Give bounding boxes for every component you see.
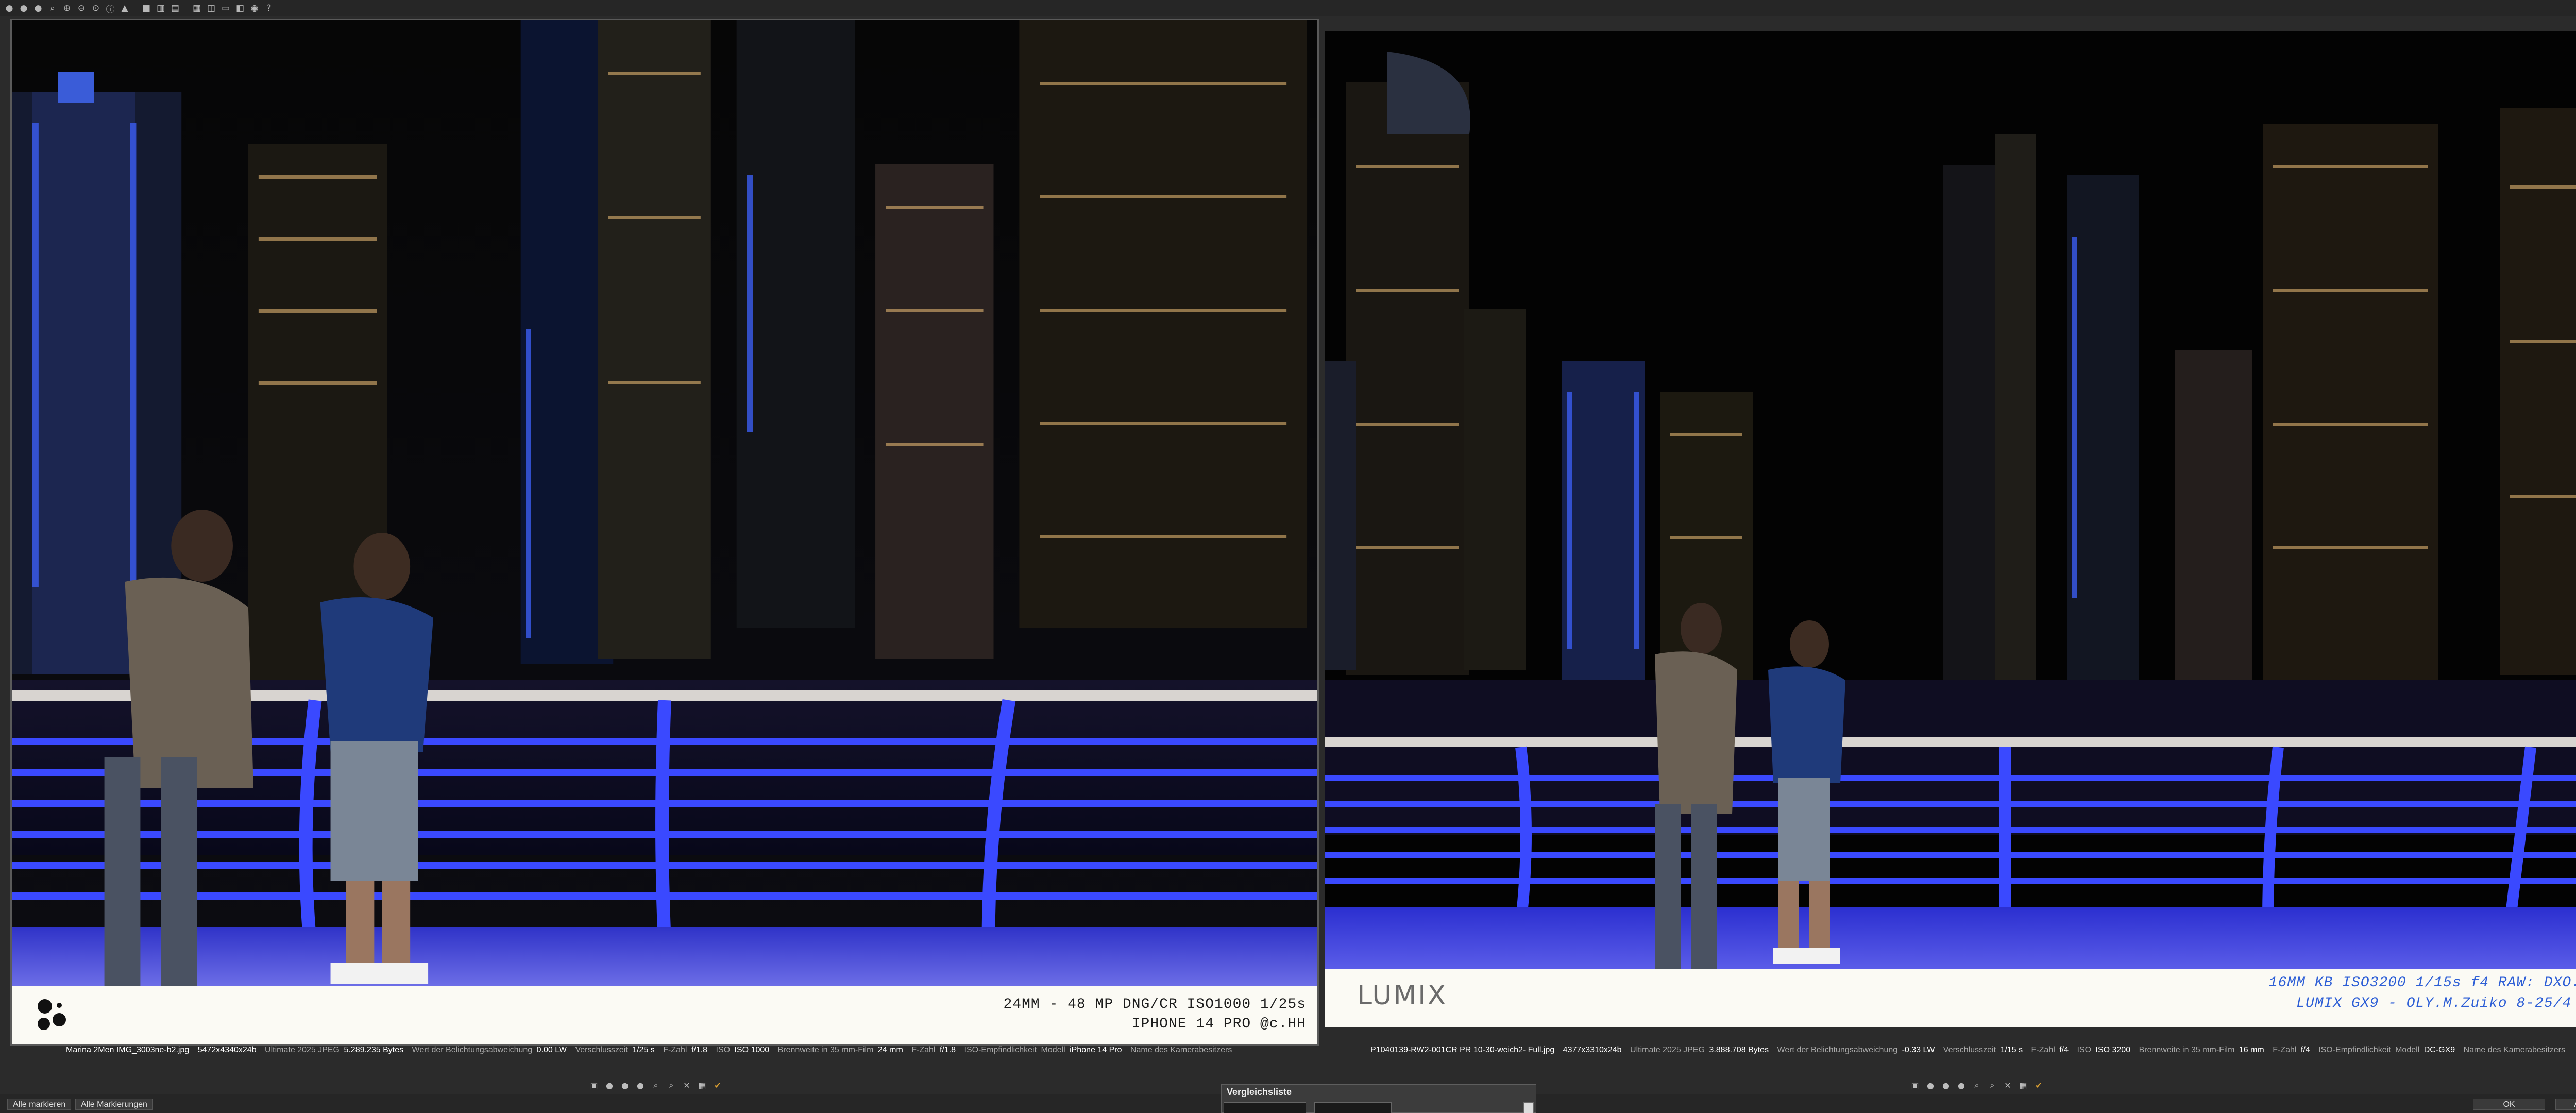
right-photo	[1325, 31, 2576, 969]
circle-dot-icon[interactable]: ●	[619, 1080, 631, 1091]
ok-button[interactable]: OK	[2473, 1099, 2545, 1110]
mark-all-button[interactable]: Alle markieren	[7, 1099, 72, 1110]
save-icon[interactable]: ▣	[588, 1080, 600, 1091]
circle-dot-icon[interactable]: ●	[1956, 1080, 1967, 1091]
filesize: 3.888.708 Bytes	[1709, 1045, 1769, 1054]
right-caption-text: 16MM KB ISO3200 1/15s f4 RAW: DXO.PR+CR …	[2269, 973, 2576, 1014]
split-icon[interactable]: ◧	[234, 2, 246, 14]
grid-icon[interactable]: ▦	[697, 1080, 708, 1091]
zoom-in-icon[interactable]: ⊕	[61, 2, 73, 14]
dimensions: 5472x4340x24b	[197, 1045, 257, 1054]
circle-dot-icon[interactable]: ●	[1940, 1080, 1952, 1091]
info-icon[interactable]: ⓘ	[104, 2, 116, 15]
left-exif-info: Marina 2Men IMG_3003ne-b2.jpg 5472x4340x…	[66, 1045, 1232, 1054]
filename: Marina 2Men IMG_3003ne-b2.jpg	[66, 1045, 190, 1054]
circle-dot-icon[interactable]: ●	[32, 2, 44, 14]
zoom-in-icon[interactable]: ⌕	[650, 1080, 662, 1091]
left-image-pane[interactable]: 24MM - 48 MP DNG/CR ISO1000 1/25s IPHONE…	[10, 19, 1319, 1046]
right-caption-strip: LUMIX 16MM KB ISO3200 1/15s f4 RAW: DXO.…	[1325, 969, 2576, 1027]
filename: P1040139-RW2-001CR PR 10-30-weich2- Full…	[1370, 1045, 1555, 1054]
close-icon[interactable]: ✕	[681, 1080, 692, 1091]
zoom-out-icon[interactable]: ⌕	[666, 1080, 677, 1091]
grid-icon[interactable]: ▦	[191, 2, 203, 14]
zoom-out-icon[interactable]: ⊖	[75, 2, 88, 14]
zoom-icon[interactable]: ⌕	[46, 2, 59, 14]
lumix-logo: LUMIX	[1357, 980, 1448, 1011]
left-caption-strip: 24MM - 48 MP DNG/CR ISO1000 1/25s IPHONE…	[12, 986, 1317, 1044]
left-photo	[12, 20, 1317, 989]
circle-dot-icon[interactable]: ●	[635, 1080, 646, 1091]
circle-dot-icon[interactable]: ●	[18, 2, 30, 14]
mark-icon[interactable]: ✔	[2033, 1080, 2044, 1091]
compare-thumbnail[interactable]	[1224, 1102, 1306, 1113]
histogram-icon[interactable]: ▥	[155, 2, 167, 14]
right-exif-info: P1040139-RW2-001CR PR 10-30-weich2- Full…	[1370, 1045, 2566, 1054]
circle-dot-icon[interactable]: ●	[3, 2, 15, 14]
right-caption-line1: 16MM KB ISO3200 1/15s f4 RAW: DXO.PR+CR	[2268, 975, 2576, 991]
zoom-in-icon[interactable]: ⌕	[1971, 1080, 1982, 1091]
scroll-handle[interactable]	[1523, 1102, 1534, 1113]
dimensions: 4377x3310x24b	[1563, 1045, 1622, 1054]
dots-logo	[38, 999, 66, 1030]
zoom-out-icon[interactable]: ⌕	[1987, 1080, 1998, 1091]
left-pane-tools: ▣ ● ● ● ⌕ ⌕ ✕ ▦ ✔	[588, 1078, 723, 1092]
all-marks-button[interactable]: Alle Markierungen	[75, 1099, 153, 1110]
cancel-button[interactable]: Abbrechen	[2555, 1099, 2576, 1110]
compare-thumbnail[interactable]	[1314, 1102, 1392, 1113]
left-caption-line2: IPHONE 14 PRO @c.HH	[1131, 1016, 1306, 1032]
triangle-icon[interactable]: ▲	[118, 2, 131, 14]
filmstrip-icon[interactable]: ▭	[219, 2, 232, 14]
save-icon[interactable]: ▣	[1909, 1080, 1921, 1091]
left-caption-text: 24MM - 48 MP DNG/CR ISO1000 1/25s IPHONE…	[1004, 995, 1307, 1034]
compare-list-panel[interactable]: Vergleichsliste	[1221, 1084, 1536, 1113]
zoom-fit-icon[interactable]: ⊙	[90, 2, 102, 14]
right-caption-line2: LUMIX GX9 - OLY.M.Zuiko 8-25/4 @c.HH	[2296, 996, 2576, 1011]
layers-icon[interactable]: ▤	[169, 2, 181, 14]
circle-dot-icon[interactable]: ●	[604, 1080, 615, 1091]
compare-window: ● ● ● ⌕ ⊕ ⊖ ⊙ ⓘ ▲ ■ ▥ ▤ ▦ ◫ ▭ ◧ ◉ ? 24MM…	[0, 0, 2576, 1113]
format: Ultimate 2025 JPEG	[1630, 1045, 1705, 1054]
close-icon[interactable]: ✕	[2002, 1080, 2013, 1091]
right-pane-tools: ▣ ● ● ● ⌕ ⌕ ✕ ▦ ✔	[1909, 1078, 2044, 1092]
mark-icon[interactable]: ✔	[712, 1080, 723, 1091]
grid-icon[interactable]: ▦	[2018, 1080, 2029, 1091]
top-toolbar: ● ● ● ⌕ ⊕ ⊖ ⊙ ⓘ ▲ ■ ▥ ▤ ▦ ◫ ▭ ◧ ◉ ?	[0, 0, 2576, 16]
filesize: 5.289.235 Bytes	[344, 1045, 404, 1054]
square-icon[interactable]: ■	[140, 2, 152, 14]
compare-list-title: Vergleichsliste	[1227, 1087, 1292, 1097]
loupe-icon[interactable]: ◉	[248, 2, 261, 14]
compare-icon[interactable]: ◫	[205, 2, 217, 14]
format: Ultimate 2025 JPEG	[265, 1045, 340, 1054]
circle-dot-icon[interactable]: ●	[1925, 1080, 1936, 1091]
help-icon[interactable]: ?	[263, 2, 275, 14]
right-image-pane[interactable]: LUMIX 16MM KB ISO3200 1/15s f4 RAW: DXO.…	[1325, 31, 2576, 1027]
left-caption-line1: 24MM - 48 MP DNG/CR ISO1000 1/25s	[1003, 997, 1306, 1013]
